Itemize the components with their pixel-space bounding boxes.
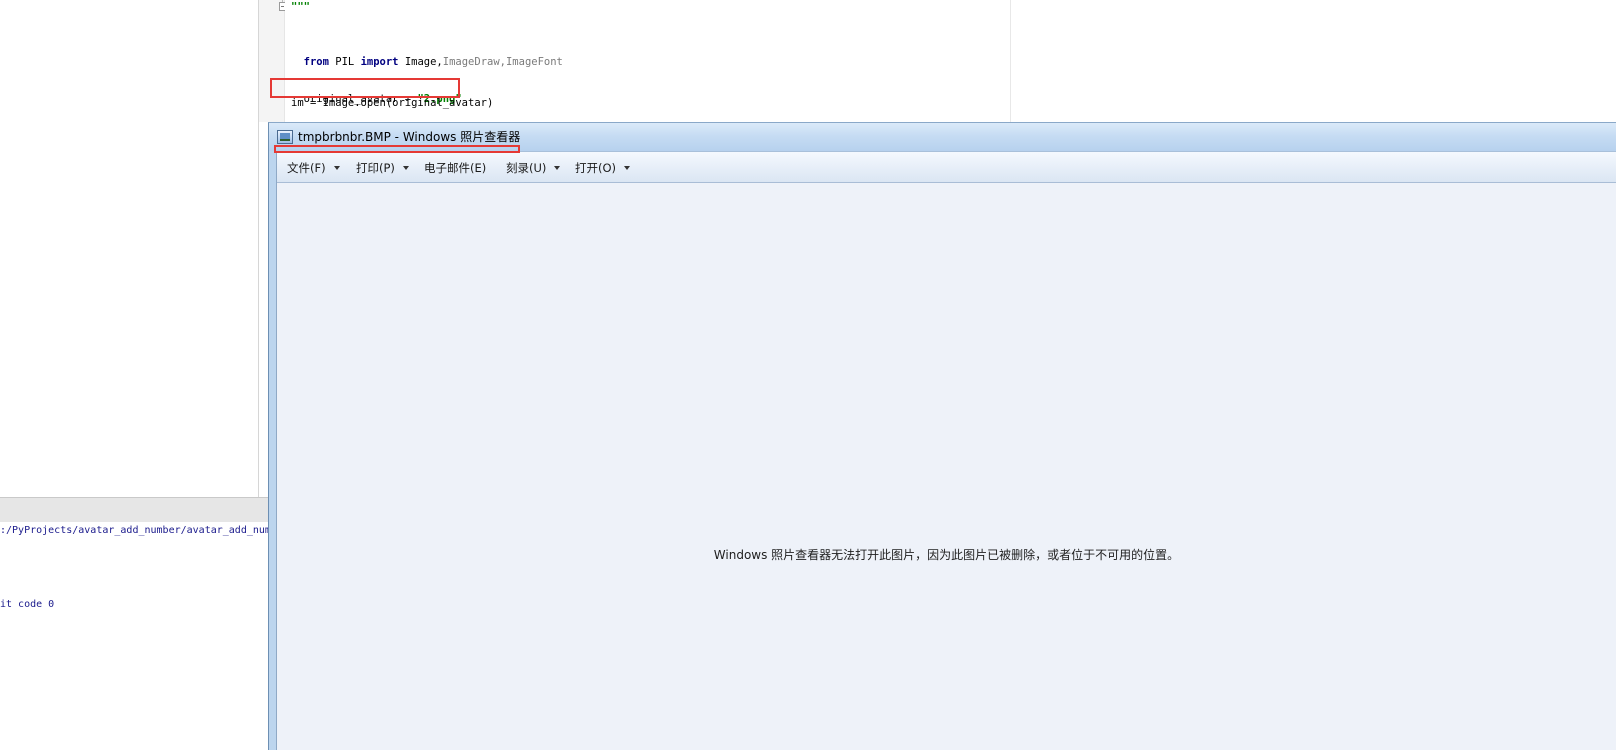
keyword-from: from [303, 56, 329, 68]
chevron-down-icon [554, 166, 561, 170]
chevron-down-icon [624, 166, 631, 170]
editor-right-margin [1010, 0, 1011, 122]
photo-viewer-window: tmpbrbnbr.BMP - Windows 照片查看器 文件(F) 打印(P… [268, 122, 1616, 750]
menu-file-label: 文件(F) [287, 161, 326, 175]
viewer-titlebar[interactable]: tmpbrbnbr.BMP - Windows 照片查看器 [269, 123, 1616, 151]
menu-burn[interactable]: 刻录(U) [506, 160, 561, 176]
menu-print[interactable]: 打印(P) [356, 160, 409, 176]
run-panel-header [0, 497, 268, 523]
menu-print-label: 打印(P) [356, 161, 395, 175]
menu-open[interactable]: 打开(O) [575, 160, 631, 176]
keyword-import: import [360, 56, 399, 68]
code-line-open: im = Image.open(original_avatar) [291, 97, 494, 109]
menu-burn-label: 刻录(U) [506, 161, 547, 175]
menu-email-label: 电子邮件(E) [424, 161, 487, 175]
editor-gutter [259, 0, 285, 122]
chevron-down-icon [333, 166, 340, 170]
menu-file[interactable]: 文件(F) [287, 160, 340, 176]
menu-open-label: 打开(O) [575, 161, 617, 175]
code-line-import: from PIL import Image,ImageDraw,ImageFon… [291, 41, 563, 69]
module-name: PIL [328, 56, 361, 68]
menu-email[interactable]: 电子邮件(E) [424, 160, 486, 176]
console-path-line: :/PyProjects/avatar_add_number/avatar_ad… [0, 525, 271, 536]
project-panel [0, 0, 258, 497]
import-names-unused: ImageDraw,ImageFont [442, 56, 563, 68]
viewer-menubar: 文件(F) 打印(P) 电子邮件(E) 刻录(U) 打开(O) [277, 152, 1616, 183]
photo-viewer-icon [277, 130, 293, 144]
run-console [0, 522, 268, 750]
console-exit-line: it code 0 [0, 599, 55, 610]
chevron-down-icon [402, 166, 409, 170]
viewer-title: tmpbrbnbr.BMP - Windows 照片查看器 [298, 130, 521, 144]
viewer-error-message: Windows 照片查看器无法打开此图片，因为此图片已被删除，或者位于不可用的位… [713, 548, 1180, 562]
code-line-docstring: """ [291, 1, 310, 13]
import-names: Image, [398, 56, 443, 68]
viewer-client-area: 文件(F) 打印(P) 电子邮件(E) 刻录(U) 打开(O) Windows … [276, 151, 1616, 750]
